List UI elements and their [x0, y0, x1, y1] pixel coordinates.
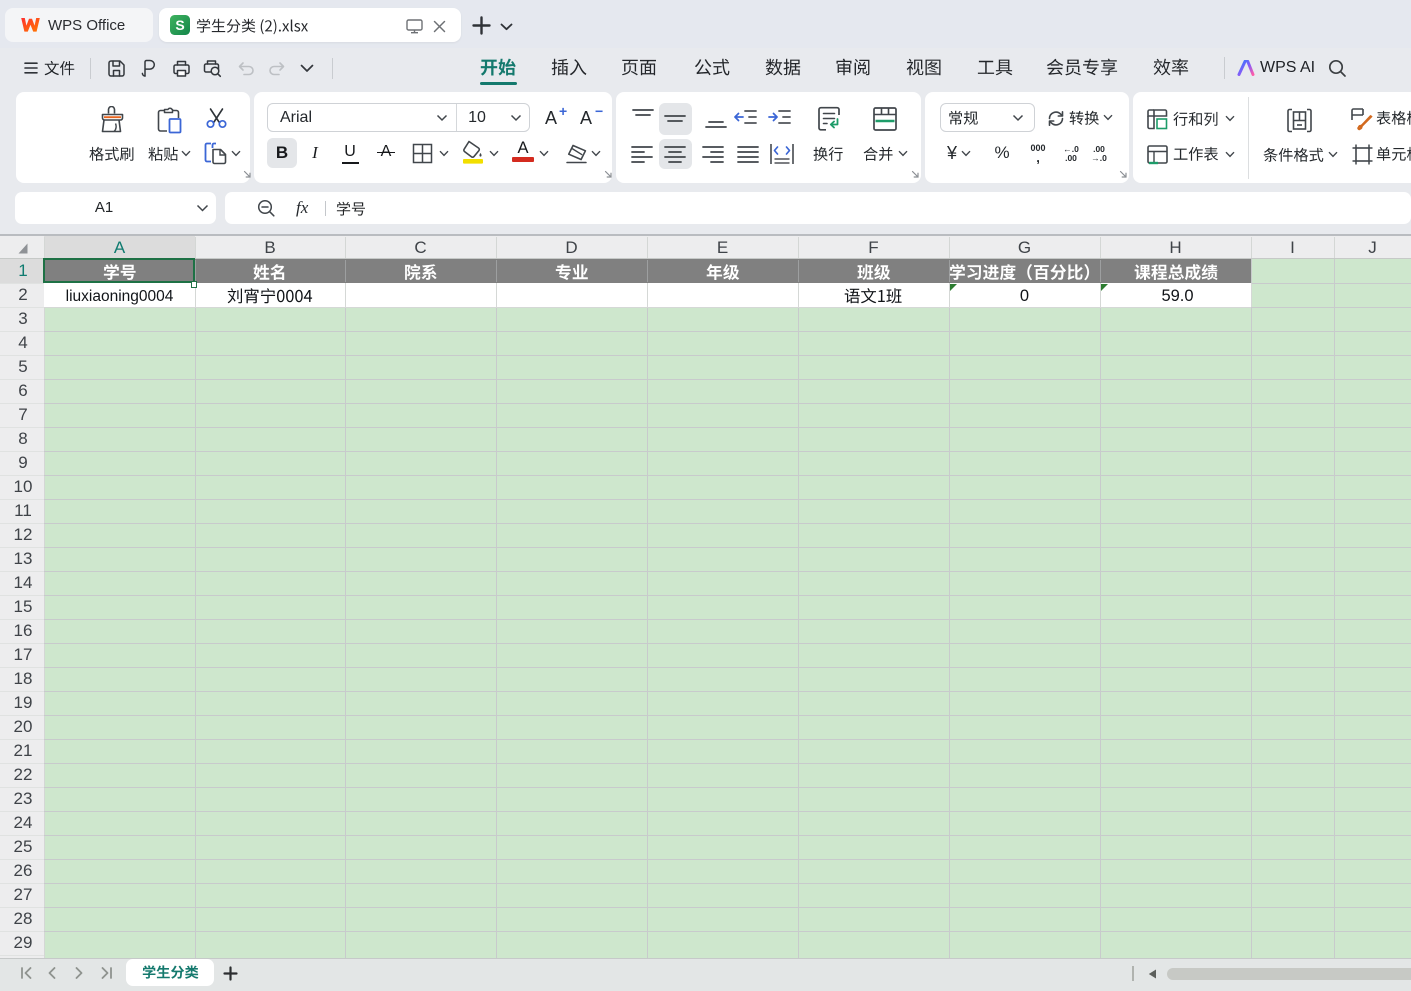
svg-text:.00: .00: [1065, 153, 1077, 163]
svg-text:→.0: →.0: [1091, 153, 1107, 163]
svg-text:S: S: [175, 17, 184, 33]
